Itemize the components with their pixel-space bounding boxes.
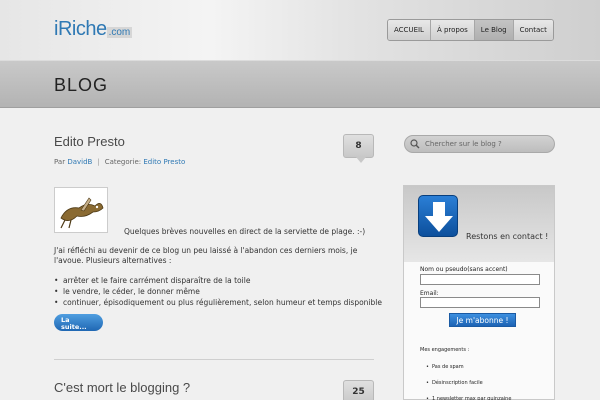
post-title[interactable]: C'est mort le blogging ? (54, 380, 190, 395)
post-intro: Quelques brèves nouvelles en direct de l… (124, 227, 366, 236)
engagements-list: Pas de spam Désinscription facile 1 news… (426, 359, 511, 400)
engagements-label: Mes engagements : (420, 347, 470, 353)
author-prefix: Par (54, 158, 66, 166)
list-item: Désinscription facile (426, 375, 511, 391)
post-list: arrêter et le faire carrément disparaîtr… (54, 275, 382, 308)
nav-item-contact[interactable]: Contact (513, 20, 553, 40)
site-header: iRiche .com ACCUEIL À propos Le Blog Cont… (0, 0, 600, 60)
coyote-illustration (55, 188, 107, 232)
subscribe-button[interactable]: Je m'abonne ! (449, 313, 516, 327)
post-divider (54, 359, 374, 360)
name-field[interactable] (420, 274, 540, 285)
list-item: le vendre, le céder, le donner même (54, 286, 382, 297)
author-link[interactable]: DavidB (67, 158, 92, 166)
widget-title: Restons en contact ! (466, 232, 549, 241)
read-more-label-line2: suite... (61, 323, 87, 331)
list-item: arrêter et le faire carrément disparaîtr… (54, 275, 382, 286)
post-thumbnail[interactable] (54, 187, 108, 233)
nav-item-le-blog[interactable]: Le Blog (474, 20, 514, 40)
newsletter-widget: Restons en contact ! Nom ou pseudo(sans … (403, 185, 555, 400)
search-box (404, 135, 555, 153)
email-label: Email: (420, 290, 439, 297)
search-input[interactable] (425, 137, 550, 151)
list-item: 1 newsletter max par quinzaine (426, 391, 511, 400)
download-arrow-icon (418, 195, 458, 237)
nav-item-accueil[interactable]: ACCUEIL (388, 20, 431, 40)
list-item: continuer, épisodiquement ou plus réguli… (54, 297, 382, 308)
email-field[interactable] (420, 297, 540, 308)
list-item: Pas de spam (426, 359, 511, 375)
logo-text: iRiche (54, 18, 107, 40)
main-nav: ACCUEIL À propos Le Blog Contact (387, 19, 554, 41)
read-more-button[interactable]: La suite... (54, 314, 103, 331)
comment-count-badge[interactable]: 8 (343, 134, 374, 163)
site-logo[interactable]: iRiche .com (54, 18, 133, 41)
page-title-band: BLOG (0, 60, 600, 108)
logo-suffix: .com (106, 27, 133, 38)
widget-header: Restons en contact ! (404, 186, 554, 262)
nav-item-a-propos[interactable]: À propos (430, 20, 475, 40)
category-link[interactable]: Edito Presto (143, 158, 185, 166)
post-title[interactable]: Edito Presto (54, 134, 125, 149)
search-icon[interactable] (410, 139, 420, 149)
meta-divider: | (97, 158, 100, 166)
post-paragraph: J'ai réfléchi au devenir de ce blog un p… (54, 246, 358, 265)
comment-count-badge[interactable]: 25 (343, 380, 374, 400)
name-label: Nom ou pseudo(sans accent) (420, 266, 508, 273)
post-meta: Par DavidB | Categorie: Edito Presto (54, 158, 185, 166)
category-prefix: Categorie: (104, 158, 142, 166)
page-title: BLOG (54, 75, 109, 95)
